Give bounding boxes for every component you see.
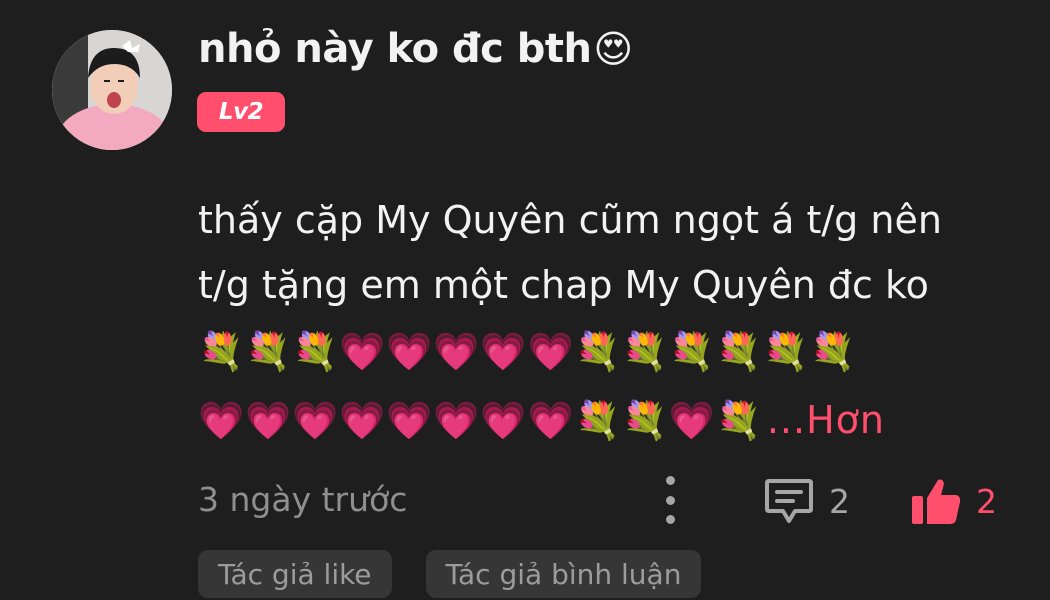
content-line-2: t/g tặng em một chap My Quyên đc ko xyxy=(198,263,929,307)
like-count: 2 xyxy=(976,481,997,521)
username-text: nhỏ này ko đc bth xyxy=(198,26,592,72)
tag-chips: Tác giả like Tác giả bình luận xyxy=(198,550,702,598)
thumbs-up-icon xyxy=(912,479,961,524)
username[interactable]: nhỏ này ko đc bth😍 xyxy=(198,26,633,72)
avatar[interactable] xyxy=(52,30,172,150)
heart-eyes-emoji: 😍 xyxy=(593,27,634,71)
more-dot xyxy=(665,495,675,505)
comment-icon xyxy=(765,479,813,523)
emoji-line-1: 💐💐💐💗💗💗💗💗💐💐💐💐💐💐 xyxy=(198,330,857,373)
more-dot xyxy=(665,515,675,524)
comment-content[interactable]: thấy cặp My Quyên cũm ngọt á t/g nên t/g… xyxy=(198,188,1018,455)
author-replied-chip: Tác giả bình luận xyxy=(425,550,702,598)
timestamp: 3 ngày trước xyxy=(198,480,408,519)
author-liked-chip: Tác giả like xyxy=(198,550,392,598)
reply-count: 2 xyxy=(829,481,850,521)
like-button[interactable]: 2 xyxy=(910,476,997,526)
avatar-image xyxy=(52,30,172,150)
comment-card: nhỏ này ko đc bth😍 Lv2 thấy cặp My Quyên… xyxy=(0,0,1050,600)
emoji-line-2: 💗💗💗💗💗💗💗💗💐💐💗💐 xyxy=(198,399,763,442)
see-more-link[interactable]: ...Hơn xyxy=(767,398,885,442)
reply-button[interactable]: 2 xyxy=(763,476,850,526)
emoji-line-2-wrapper: 💗💗💗💗💗💗💗💗💐💐💗💐 ...Hơn xyxy=(198,386,1018,455)
comment-footer: 3 ngày trước 2 2 xyxy=(198,476,1018,528)
content-line-1: thấy cặp My Quyên cũm ngọt á t/g nên xyxy=(198,198,942,242)
level-badge: Lv2 xyxy=(197,92,285,132)
more-dot xyxy=(665,476,675,485)
more-vertical-icon[interactable] xyxy=(658,476,682,524)
